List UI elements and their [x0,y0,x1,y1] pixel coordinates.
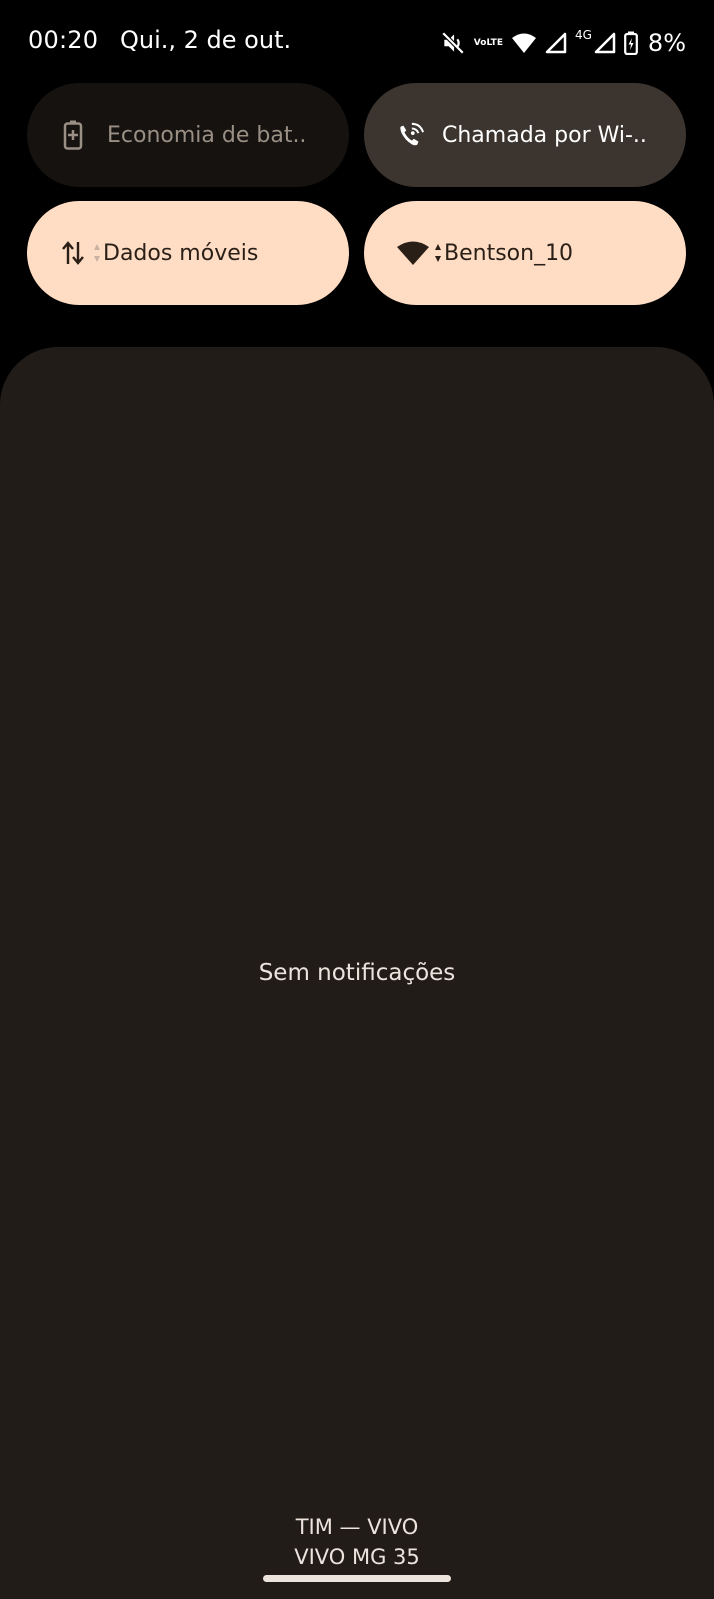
tile-wifi[interactable]: Bentson_10 [364,201,686,305]
signal-icon [545,32,567,54]
tile-wifi-calling[interactable]: Chamada por Wi-.. [364,83,686,187]
wifi-calling-icon [396,121,424,149]
volte-line2: LTE [486,37,503,48]
home-gesture-handle[interactable] [263,1575,451,1582]
wifi-icon [511,32,537,54]
network-type-label: 4G [574,28,592,42]
tile-label: Chamada por Wi-.. [442,122,647,148]
signal-icon [594,32,616,54]
status-date[interactable]: Qui., 2 de out. [120,26,291,54]
tile-label: Dados móveis [103,240,259,266]
activity-arrows-icon [93,243,101,263]
carrier-label: TIM — VIVO [295,1515,419,1539]
battery-saver-icon [59,120,87,150]
status-time: 00:20 [28,26,99,54]
volte-line1: Vo [473,37,487,48]
tile-mobile-data[interactable]: Dados móveis [27,201,349,305]
activity-arrows-icon [434,243,442,263]
tile-battery-saver[interactable]: Economia de bat.. [27,83,349,187]
status-icons: Vo LTE 4G 8% [440,26,686,60]
battery-charging-icon [624,31,638,55]
tile-label: Bentson_10 [444,240,574,266]
mobile-data-icon [59,239,87,267]
battery-percent: 8% [647,29,686,57]
wifi-icon [396,239,430,267]
volte-icon: Vo LTE [473,37,503,48]
mute-icon [440,30,466,56]
notification-shade-screen: 00:20 Qui., 2 de out. Vo LTE 4G 8% Econo… [0,0,714,1599]
tile-label: Economia de bat.. [107,122,307,148]
carrier-label-secondary: VIVO MG 35 [294,1545,420,1569]
no-notifications-text: Sem notificações [258,960,456,986]
status-bar: 00:20 Qui., 2 de out. Vo LTE 4G 8% [0,0,714,84]
